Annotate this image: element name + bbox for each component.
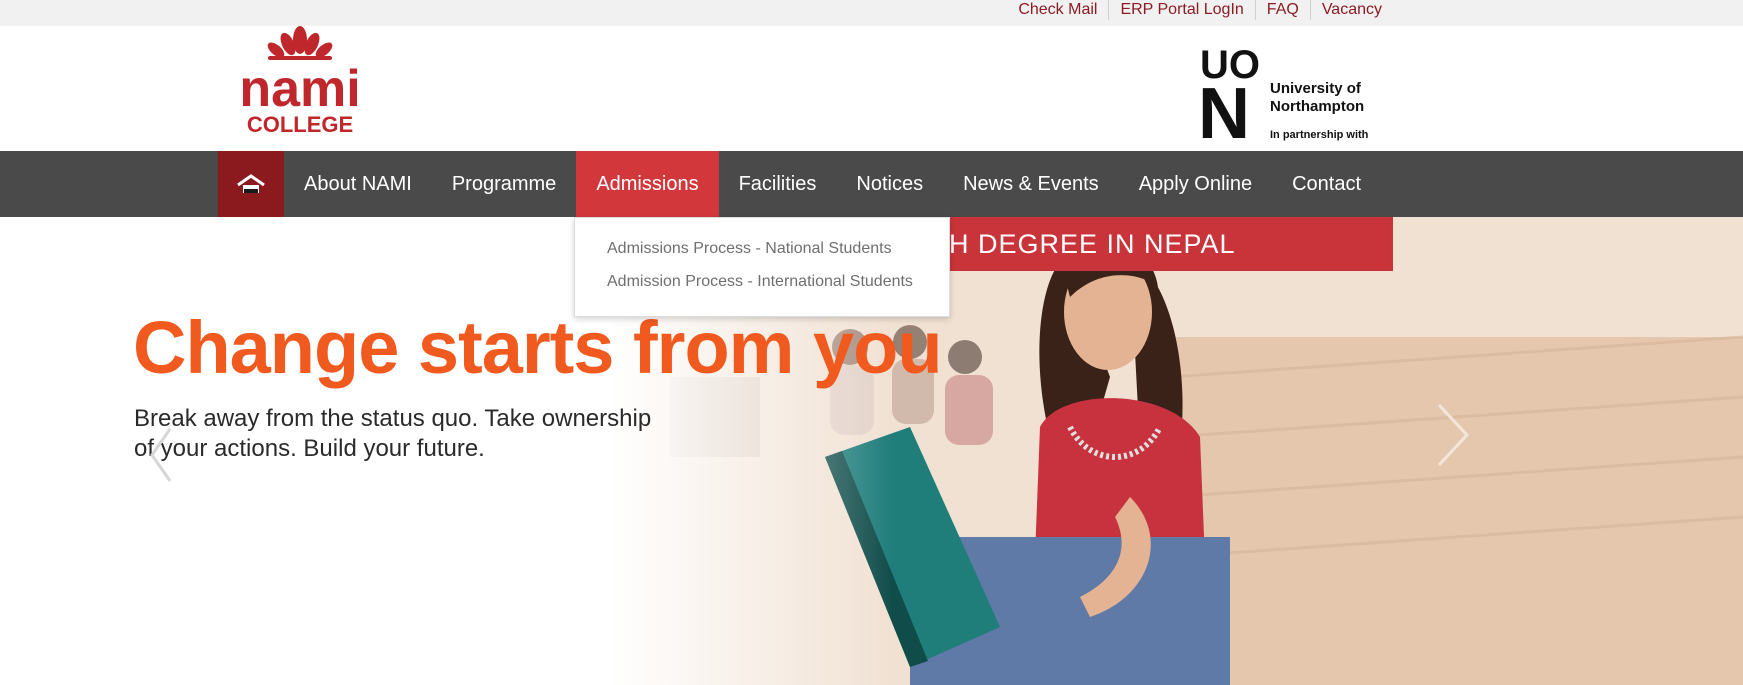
home-icon [237,174,265,193]
nami-college-logo[interactable]: nami COLLEGE [218,26,382,144]
nav-item-admissions[interactable]: Admissions [576,151,719,217]
main-nav: About NAMI Programme Admissions Faciliti… [0,151,1743,217]
chevron-right-icon [1437,403,1470,467]
university-of-northampton-logo[interactable]: UO N University of Northampton In partne… [1200,42,1390,142]
nav-items: About NAMI Programme Admissions Faciliti… [218,151,1381,217]
erp-portal-login-link[interactable]: ERP Portal LogIn [1108,0,1254,20]
nav-item-programme[interactable]: Programme [432,151,576,217]
banner-text: SH DEGREE IN NEPAL [930,229,1236,259]
nav-item-notices[interactable]: Notices [836,151,943,217]
uon-line2: Northampton [1270,98,1364,115]
top-utility-bar: Check Mail ERP Portal LogIn FAQ Vacancy [0,0,1743,27]
uon-line1: University of [1270,80,1362,97]
college-wordmark: COLLEGE [247,112,353,137]
hero-subline: Break away from the status quo. Take own… [134,404,734,464]
nami-wordmark: nami [239,60,360,118]
nav-item-facilities[interactable]: Facilities [719,151,837,217]
dropdown-item-international[interactable]: Admission Process - International Studen… [607,273,913,291]
lotus-icon [267,26,333,60]
top-links: Check Mail ERP Portal LogIn FAQ Vacancy [1007,0,1393,20]
slider-prev-button[interactable] [150,427,172,495]
hero-subline-1: Break away from the status quo. Take own… [134,405,652,432]
hero-headline: Change starts from you [133,306,943,389]
nav-item-about[interactable]: About NAMI [284,151,432,217]
nav-item-apply-online[interactable]: Apply Online [1119,151,1272,217]
check-mail-link[interactable]: Check Mail [1007,0,1108,20]
nav-item-contact[interactable]: Contact [1272,151,1381,217]
uon-letter-n: N [1200,74,1250,142]
hero-subline-2: of your actions. Build your future. [134,435,485,462]
nav-home[interactable] [218,151,284,217]
dropdown-item-national[interactable]: Admissions Process - National Students [607,240,892,258]
chevron-left-icon [150,428,172,482]
vacancy-link[interactable]: Vacancy [1309,0,1393,20]
nav-item-news-events[interactable]: News & Events [943,151,1119,217]
uon-line3: In partnership with [1270,129,1369,141]
slider-next-button[interactable] [1435,403,1471,472]
site-header: nami COLLEGE UO N University of Northamp… [0,26,1743,151]
faq-link[interactable]: FAQ [1254,0,1310,20]
admissions-dropdown: Admissions Process - National Students A… [574,217,950,317]
